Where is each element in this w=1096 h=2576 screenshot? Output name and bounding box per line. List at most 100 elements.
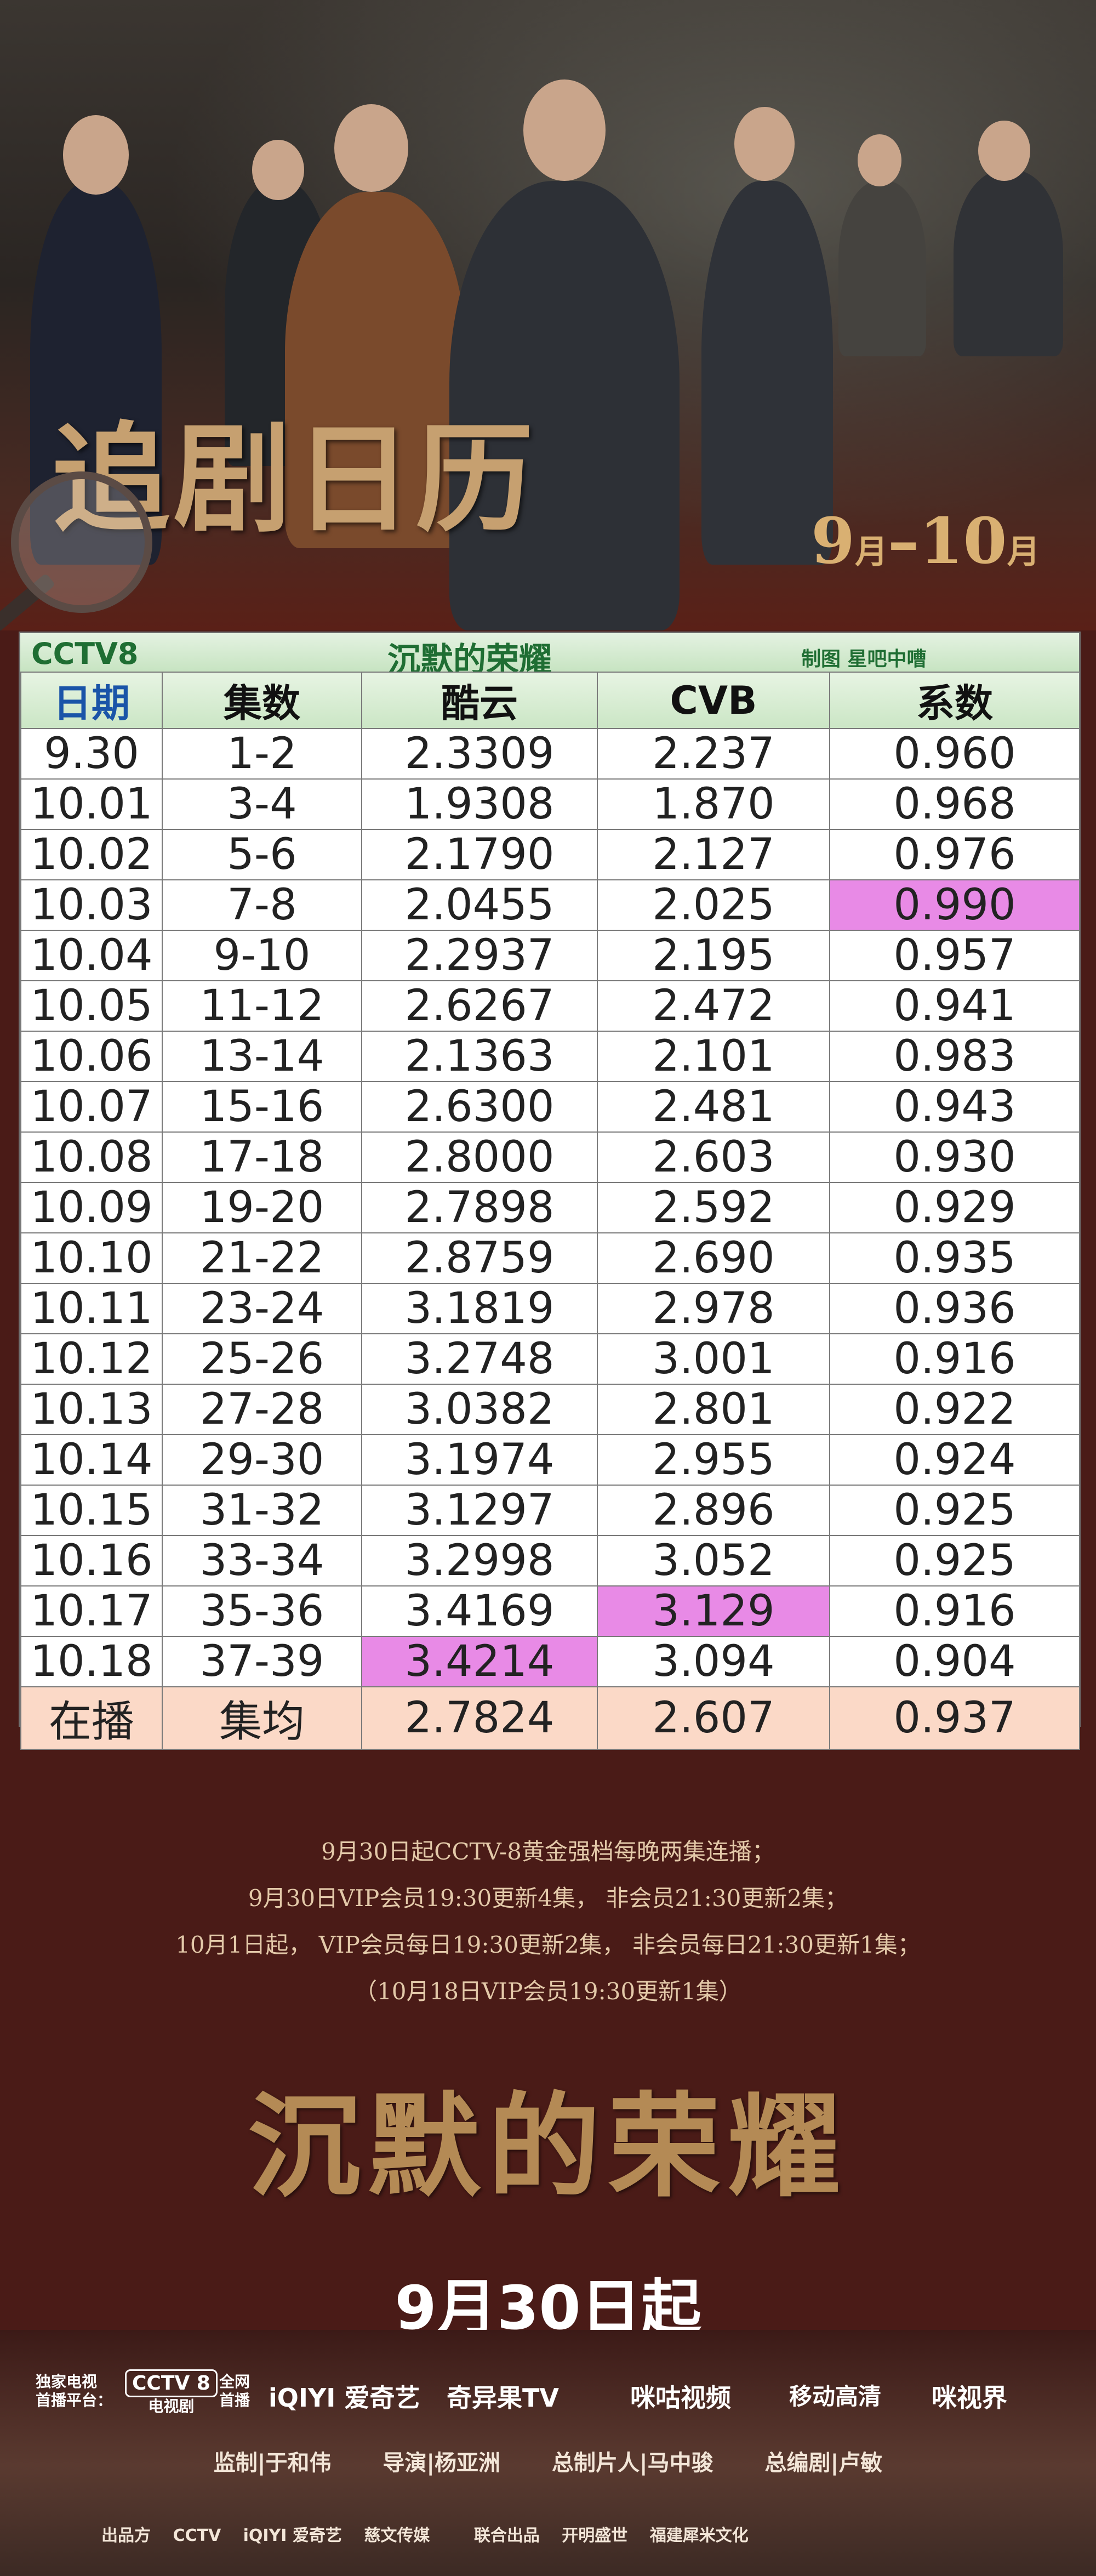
network-first-text: 首播 <box>219 2391 250 2409</box>
cvb-cell: 3.001 <box>597 1333 830 1385</box>
date-cell: 10.18 <box>20 1636 163 1687</box>
cctv8-sub: 电视剧 <box>148 2397 195 2415</box>
kuyun-cell: 3.1297 <box>361 1485 598 1536</box>
average-row: 在播 集均 2.7824 2.607 0.937 <box>20 1686 1080 1750</box>
coefficient-cell: 0.922 <box>829 1384 1080 1435</box>
coefficient-cell: 0.904 <box>829 1636 1080 1687</box>
info-line: 9月30日VIP会员19:30更新4集， 非会员21:30更新2集； <box>248 1885 848 1912</box>
column-header-coefficient: 系数 <box>829 672 1080 729</box>
episodes-cell: 1-2 <box>162 728 362 780</box>
info-line: 9月30日起CCTV-8黄金强档每晚两集连播； <box>321 1838 775 1865</box>
crew-producer: 总制片人|马中骏 <box>551 2450 713 2476</box>
coefficient-cell: 0.983 <box>829 1031 1080 1082</box>
iqiyi-logo: iQIYI 爱奇艺 <box>269 2383 420 2413</box>
cvb-cell: 2.801 <box>597 1384 830 1435</box>
date-cell: 10.04 <box>20 930 163 981</box>
table-row: 10.14 29-30 3.1974 2.955 0.924 <box>20 1434 1080 1486</box>
kuyun-cell: 3.1974 <box>361 1434 598 1486</box>
date-range: 9月–10月 <box>811 504 1040 578</box>
cvb-cell: 2.127 <box>597 829 830 880</box>
crew-writer: 总编剧|卢敏 <box>764 2450 883 2476</box>
date-cell: 10.17 <box>20 1585 163 1637</box>
episodes-cell: 3-4 <box>162 778 362 830</box>
table-body: 9.30 1-2 2.3309 2.237 0.960 10.01 3-4 1.9308 1.8… <box>20 728 1080 1750</box>
kuyun-cell: 3.4169 <box>361 1585 598 1637</box>
table-row: 10.05 11-12 2.6267 2.472 0.941 <box>20 980 1080 1032</box>
producer-label: 出品方 <box>101 2526 151 2545</box>
coefficient-cell: 0.929 <box>829 1182 1080 1233</box>
date-range-dash: – <box>888 504 920 578</box>
kuyun-cell: 2.6300 <box>361 1081 598 1133</box>
table-row: 10.07 15-16 2.6300 2.481 0.943 <box>20 1081 1080 1133</box>
date-cell: 10.06 <box>20 1031 163 1082</box>
cctv8-logo: CCTV 8 电视剧 <box>125 2369 218 2416</box>
coefficient-cell: 0.976 <box>829 829 1080 880</box>
date-cell: 10.15 <box>20 1485 163 1536</box>
mobile-hd-logo: 移动高清 <box>789 2383 882 2410</box>
cast-head-2 <box>252 140 304 200</box>
table-row: 10.16 33-34 3.2998 3.052 0.925 <box>20 1535 1080 1586</box>
date-range-end: 10 <box>919 504 1007 578</box>
column-header-cvb: CVB <box>597 672 830 729</box>
cvb-cell: 1.870 <box>597 778 830 830</box>
coefficient-cell: 0.916 <box>829 1333 1080 1385</box>
episodes-cell: 27-28 <box>162 1384 362 1435</box>
episodes-cell: 23-24 <box>162 1283 362 1334</box>
date-cell: 10.09 <box>20 1182 163 1233</box>
table-title-bar: CCTV8 沉默的荣耀 制图 星吧中嘈 <box>20 633 1079 679</box>
kuyun-cell: 2.8000 <box>361 1131 598 1183</box>
iqiyi-small-logo: iQIYI 爱奇艺 <box>243 2526 342 2545</box>
joint-producer-label: 联合出品 <box>473 2526 540 2545</box>
kuyun-cell: 3.2998 <box>361 1535 598 1586</box>
show-logo-title: 沉默的荣耀 <box>248 2081 848 2213</box>
average-episodes-cell: 集均 <box>162 1686 362 1750</box>
coefficient-cell: 0.943 <box>829 1081 1080 1133</box>
episodes-cell: 5-6 <box>162 829 362 880</box>
cvb-cell: 3.094 <box>597 1636 830 1687</box>
episodes-cell: 35-36 <box>162 1585 362 1637</box>
exclusive-tv-label: 独家电视 首播平台： <box>36 2373 112 2410</box>
cvb-cell: 3.052 <box>597 1535 830 1586</box>
ratings-table-panel: CCTV8 沉默的荣耀 制图 星吧中嘈 日期 集数 酷云 CVB 系数 9.30… <box>19 632 1081 1750</box>
date-cell: 10.13 <box>20 1384 163 1435</box>
cvb-cell: 2.978 <box>597 1283 830 1334</box>
coefficient-cell: 0.968 <box>829 778 1080 830</box>
episodes-cell: 29-30 <box>162 1434 362 1486</box>
table-row: 10.08 17-18 2.8000 2.603 0.930 <box>20 1131 1080 1183</box>
episodes-cell: 37-39 <box>162 1636 362 1687</box>
cvb-cell: 2.195 <box>597 930 830 981</box>
table-row: 10.02 5-6 2.1790 2.127 0.976 <box>20 829 1080 880</box>
kuyun-cell: 2.8759 <box>361 1232 598 1284</box>
cast-figure-6 <box>838 181 926 356</box>
network-text: 全网 <box>219 2373 250 2391</box>
kuyun-cell: 3.0382 <box>361 1384 598 1435</box>
mi-shijie-logo: 咪视界 <box>932 2383 1007 2413</box>
cctv-logo: CCTV <box>173 2526 221 2545</box>
cvb-cell: 2.592 <box>597 1182 830 1233</box>
date-range-start: 9 <box>811 504 855 578</box>
table-row: 10.06 13-14 2.1363 2.101 0.983 <box>20 1031 1080 1082</box>
episodes-cell: 31-32 <box>162 1485 362 1536</box>
coefficient-cell: 0.935 <box>829 1232 1080 1284</box>
cvb-cell: 2.896 <box>597 1485 830 1536</box>
poster-header: 追剧日历 9月–10月 <box>0 0 1096 630</box>
crew-director: 导演|杨亚洲 <box>383 2450 501 2476</box>
date-cell: 10.02 <box>20 829 163 880</box>
kuyun-cell: 2.3309 <box>361 728 598 780</box>
table-row: 10.17 35-36 3.4169 3.129 0.916 <box>20 1585 1080 1637</box>
column-header-episodes: 集数 <box>162 672 362 729</box>
info-line: （10月18日VIP会员19:30更新1集） <box>354 1978 742 2005</box>
kuyun-cell: 2.1790 <box>361 829 598 880</box>
kuyun-cell: 2.1363 <box>361 1031 598 1082</box>
cvb-cell: 2.955 <box>597 1434 830 1486</box>
table-row: 9.30 1-2 2.3309 2.237 0.960 <box>20 728 1080 780</box>
kuyun-cell: 2.2937 <box>361 930 598 981</box>
fujian-logo: 福建犀米文化 <box>649 2526 749 2545</box>
kuyun-cell: 3.2748 <box>361 1333 598 1385</box>
coefficient-cell: 0.990 <box>829 879 1080 931</box>
cvb-cell: 2.025 <box>597 879 830 931</box>
table-row: 10.04 9-10 2.2937 2.195 0.957 <box>20 930 1080 981</box>
production-credits: 出品方 CCTV iQIYI 爱奇艺 慈文传媒 联合出品 开明盛世 福建犀米文化 <box>101 2522 765 2546</box>
magnifier-icon <box>11 471 152 613</box>
episodes-cell: 9-10 <box>162 930 362 981</box>
